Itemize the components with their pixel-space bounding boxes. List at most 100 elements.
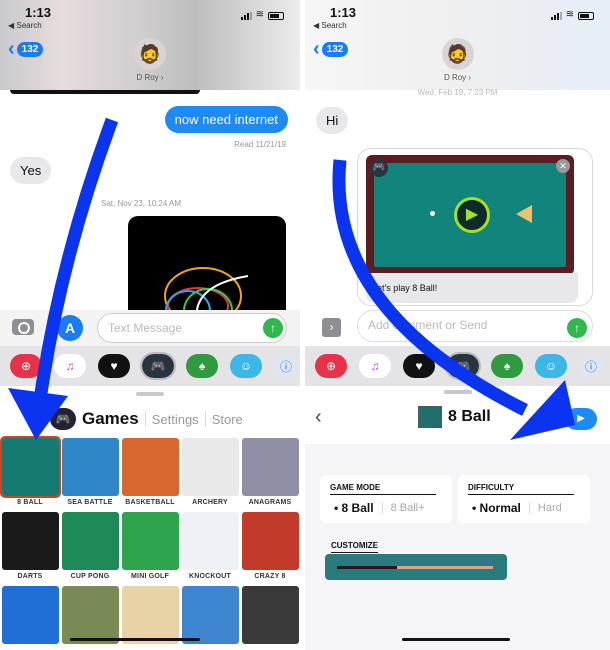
- send-button[interactable]: ↑: [263, 318, 283, 338]
- tray-app-gamepigeon-icon[interactable]: 🎮: [445, 352, 481, 380]
- tray-app-digital-touch-icon[interactable]: ♥: [98, 354, 130, 378]
- game-label: ANAGRAMS: [248, 499, 292, 506]
- games-grid: 8 BALL SEA BATTLE BASKETBALL ARCHERY ANAGRAM…: [0, 436, 300, 650]
- home-indicator: [70, 638, 200, 641]
- contact-avatar[interactable]: 🧔: [441, 38, 474, 70]
- expand-apps-icon[interactable]: ›: [322, 318, 341, 337]
- tray-app-1password-icon[interactable]: ⓘ: [274, 354, 298, 378]
- difficulty-hard[interactable]: Hard: [528, 502, 562, 514]
- game-thumbnail: [241, 438, 299, 496]
- game-mode-option: GAME MODE • 8 Ball 8 Ball+: [320, 475, 452, 523]
- back-to-search-link[interactable]: ◀ Search: [313, 21, 347, 30]
- game-thumbnail: [241, 512, 299, 570]
- game-invite-card[interactable]: 🎮 ✕ ▶ Let's play 8 Ball!: [357, 148, 593, 306]
- game-tile[interactable]: CRAZY 8: [240, 512, 300, 582]
- game-tile[interactable]: BASKETBALL: [120, 438, 180, 508]
- gamepigeon-icon: 🎮: [370, 159, 388, 177]
- tray-app-digital-touch-icon[interactable]: ♥: [403, 354, 435, 378]
- games-title: Games: [82, 409, 139, 428]
- sheet-header: ‹ 8 Ball ▶: [305, 390, 610, 444]
- comment-input[interactable]: Add comment or Send: [357, 310, 593, 342]
- cue-selector[interactable]: [325, 554, 507, 580]
- message-input[interactable]: Text Message: [97, 313, 287, 343]
- card-caption: Let's play 8 Ball!: [366, 273, 578, 303]
- back-button[interactable]: ‹ 132: [8, 39, 44, 59]
- difficulty-option: DIFFICULTY • Normal Hard: [458, 475, 590, 523]
- home-indicator: [402, 638, 510, 641]
- game-mode-8ballplus[interactable]: 8 Ball+: [381, 502, 425, 514]
- sheet-grabber[interactable]: [136, 392, 164, 396]
- contact-name[interactable]: D Roy ›: [305, 73, 610, 82]
- game-label: 8 BALL: [17, 499, 43, 506]
- gamepigeon-logo-icon: 🎮: [50, 408, 76, 430]
- game-thumbnail: [181, 586, 239, 644]
- send-game-button[interactable]: ▶: [565, 408, 597, 430]
- back-button[interactable]: ‹ 132: [313, 38, 349, 60]
- wifi-icon: ≋: [255, 9, 264, 20]
- game-thumbnail: [121, 438, 179, 496]
- store-link[interactable]: Store: [212, 412, 243, 427]
- close-icon[interactable]: ✕: [556, 159, 570, 173]
- app-store-icon[interactable]: A: [57, 315, 83, 341]
- contact-name[interactable]: D Roy ›: [0, 73, 300, 82]
- imessage-app-tray: ⊕ ♫ ♥ 🎮 ♠ ☺ ⓘ: [305, 346, 610, 386]
- tray-app-photo-search-icon[interactable]: ⊕: [10, 354, 42, 378]
- nav-header: 1:13 ◀ Search ≋ ‹ 132 🧔 D Roy ›: [305, 0, 610, 90]
- left-screenshot: 1:13 ◀ Search ≋ ‹ 132 🧔 D Roy › now need…: [0, 0, 300, 650]
- tray-app-1password-icon[interactable]: ⓘ: [579, 354, 603, 378]
- tray-app-memoji-icon[interactable]: ☺: [230, 354, 262, 378]
- right-screenshot: 1:13 ◀ Search ≋ ‹ 132 🧔 D Roy › Wed, Feb…: [305, 0, 610, 650]
- read-receipt: Read 11/21/19: [234, 140, 286, 149]
- customize-label: CUSTOMIZE: [331, 541, 378, 553]
- ball-rack: [516, 205, 532, 223]
- game-label: CUP PONG: [70, 573, 110, 580]
- game-tile[interactable]: [0, 586, 60, 650]
- message-bubble-received[interactable]: Yes: [10, 157, 52, 184]
- sheet-grabber[interactable]: [443, 390, 472, 394]
- game-thumbnail: [61, 512, 119, 570]
- 8ball-thumbnail: [418, 406, 442, 428]
- tray-app-solitaire-icon[interactable]: ♠: [491, 354, 523, 378]
- game-thumbnail: [1, 586, 59, 644]
- game-tile[interactable]: ANAGRAMS: [240, 438, 300, 508]
- tray-app-memoji-icon[interactable]: ☺: [535, 354, 567, 378]
- back-chevron-icon[interactable]: ‹: [315, 406, 322, 429]
- camera-icon[interactable]: [12, 319, 34, 335]
- game-tile[interactable]: 8 BALL: [0, 436, 61, 508]
- chevron-left-icon: ‹: [313, 38, 320, 60]
- game-label: SEA BATTLE: [67, 499, 113, 506]
- game-label: CRAZY 8: [254, 573, 286, 580]
- game-tile[interactable]: MINI GOLF: [120, 512, 180, 582]
- tray-app-gamepigeon-icon[interactable]: 🎮: [140, 352, 176, 380]
- message-bubble-sent[interactable]: now need internet: [164, 106, 288, 133]
- tray-app-solitaire-icon[interactable]: ♠: [186, 354, 218, 378]
- battery-icon: [268, 12, 284, 20]
- contact-avatar[interactable]: 🧔: [134, 38, 166, 70]
- game-thumbnail: [121, 586, 179, 644]
- message-bubble-received[interactable]: Hi: [316, 107, 349, 134]
- tray-app-music-icon[interactable]: ♫: [54, 354, 86, 378]
- game-label: DARTS: [17, 573, 43, 580]
- game-thumbnail: [61, 586, 119, 644]
- games-sheet: 🎮 Games Settings Store 8 BALL SEA BATTLE B…: [0, 388, 300, 650]
- game-tile[interactable]: DARTS: [0, 512, 60, 582]
- imessage-app-tray: ⊕ ♫ ♥ 🎮 ♠ ☺ ⓘ: [0, 346, 300, 386]
- tray-app-music-icon[interactable]: ♫: [359, 354, 391, 378]
- game-tile[interactable]: [240, 586, 300, 650]
- compose-bar: › Add comment or Send ↑: [305, 306, 610, 342]
- send-button[interactable]: ↑: [567, 318, 587, 338]
- game-tile[interactable]: SEA BATTLE: [60, 438, 120, 508]
- back-to-search-link[interactable]: ◀ Search: [8, 21, 42, 30]
- tray-app-photo-search-icon[interactable]: ⊕: [315, 354, 347, 378]
- game-tile[interactable]: CUP PONG: [60, 512, 120, 582]
- game-tile[interactable]: KNOCKOUT: [180, 512, 240, 582]
- game-options-sheet: ‹ 8 Ball ▶ GAME MODE • 8 Ball 8 Ball+ DI…: [305, 390, 610, 650]
- settings-link[interactable]: Settings: [152, 412, 199, 427]
- game-mode-8ball[interactable]: • 8 Ball: [334, 501, 374, 515]
- game-tile[interactable]: ARCHERY: [180, 438, 240, 508]
- difficulty-normal[interactable]: • Normal: [472, 501, 521, 515]
- play-icon[interactable]: ▶: [454, 197, 490, 233]
- game-title: 8 Ball: [448, 408, 491, 425]
- battery-icon: [578, 12, 594, 20]
- wifi-icon: ≋: [565, 9, 574, 20]
